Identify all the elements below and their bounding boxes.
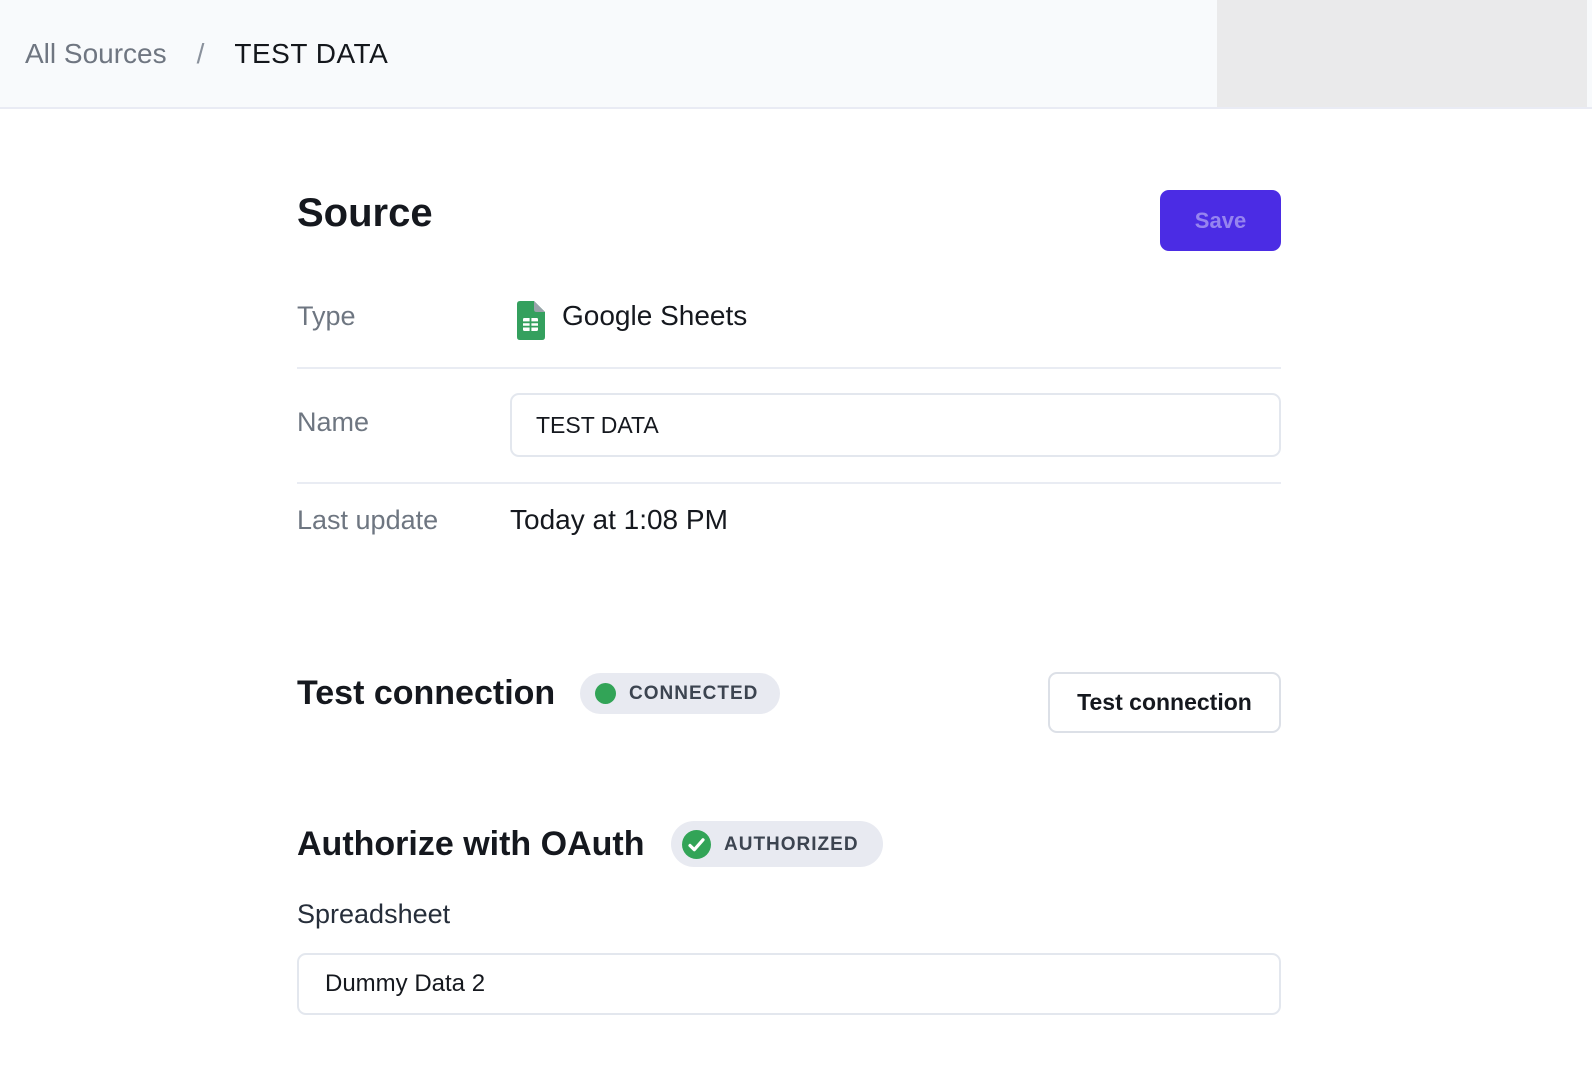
test-connection-heading: Test connection bbox=[297, 676, 555, 710]
last-update-value: Today at 1:08 PM bbox=[510, 506, 728, 534]
row-divider bbox=[297, 482, 1281, 484]
type-field-label: Type bbox=[297, 303, 356, 330]
page: All Sources / TEST DATA Source Save Type… bbox=[0, 0, 1592, 1084]
connected-status-label: CONNECTED bbox=[629, 684, 758, 703]
authorized-status-badge: AUTHORIZED bbox=[671, 821, 883, 867]
breadcrumb: All Sources / TEST DATA bbox=[25, 0, 388, 107]
spreadsheet-input[interactable] bbox=[297, 953, 1281, 1015]
status-dot-icon bbox=[595, 683, 616, 704]
connected-status-badge: CONNECTED bbox=[580, 673, 780, 714]
authorized-status-label: AUTHORIZED bbox=[724, 835, 859, 854]
row-divider bbox=[297, 367, 1281, 369]
breadcrumb-all-sources[interactable]: All Sources bbox=[25, 38, 167, 70]
spreadsheet-field-label: Spreadsheet bbox=[297, 901, 450, 928]
save-button[interactable]: Save bbox=[1160, 190, 1281, 251]
header-gray-overlay-panel bbox=[1217, 0, 1587, 107]
last-update-label: Last update bbox=[297, 507, 438, 534]
page-title: Source bbox=[297, 193, 433, 233]
breadcrumb-current-page: TEST DATA bbox=[234, 38, 388, 70]
type-field-value: Google Sheets bbox=[562, 302, 747, 330]
test-connection-button[interactable]: Test connection bbox=[1048, 672, 1281, 733]
breadcrumb-separator: / bbox=[197, 38, 205, 70]
check-circle-icon bbox=[682, 830, 711, 859]
name-field-label: Name bbox=[297, 409, 369, 436]
google-sheets-icon bbox=[510, 300, 551, 341]
oauth-heading: Authorize with OAuth bbox=[297, 827, 645, 861]
name-input[interactable] bbox=[510, 393, 1281, 457]
